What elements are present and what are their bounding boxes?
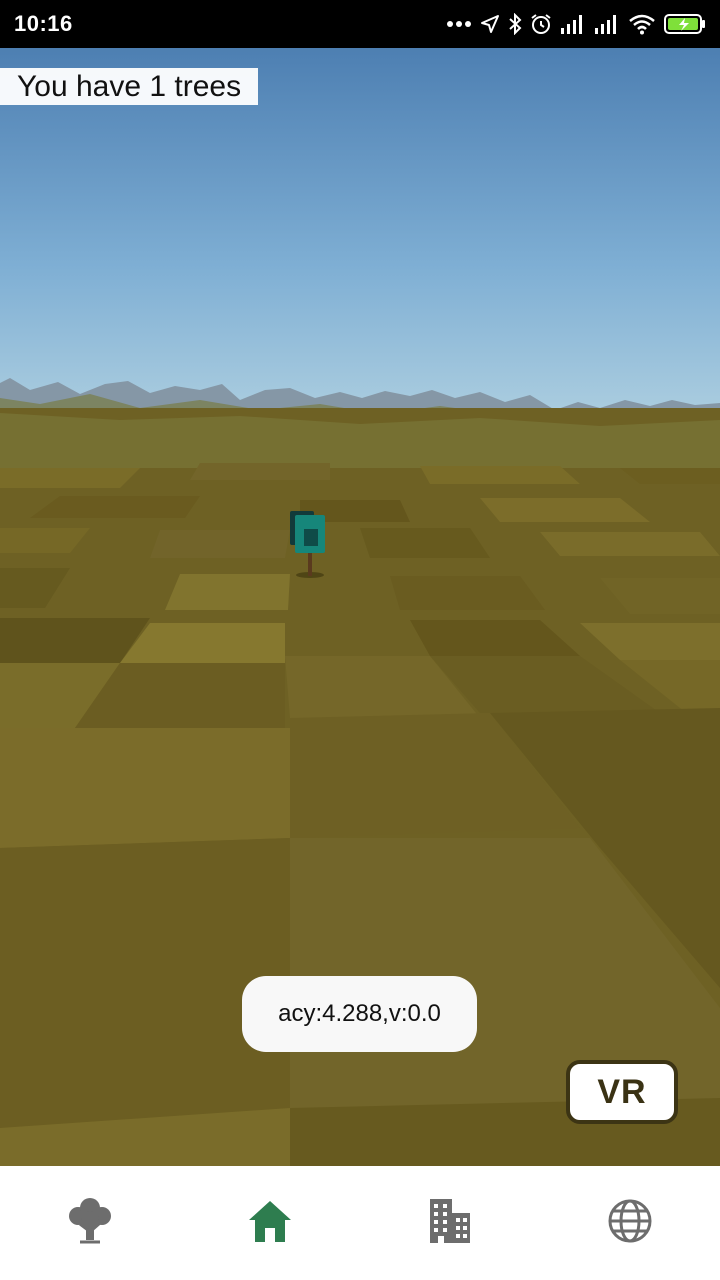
- tree-icon: [66, 1196, 114, 1251]
- bottom-nav: [0, 1166, 720, 1280]
- signal-icon: [594, 14, 620, 34]
- nav-item-home[interactable]: [210, 1183, 330, 1263]
- vr-button[interactable]: VR: [566, 1060, 678, 1124]
- battery-charging-icon: [664, 13, 706, 35]
- nav-item-world[interactable]: [570, 1183, 690, 1263]
- wifi-icon: [628, 13, 656, 35]
- globe-icon: [607, 1198, 653, 1249]
- status-time: 10:16: [14, 11, 73, 36]
- status-bar: 10:16: [0, 0, 720, 48]
- tree-count-label: You have 1 trees: [0, 68, 259, 105]
- nav-item-trees[interactable]: [30, 1183, 150, 1263]
- nav-item-city[interactable]: [390, 1183, 510, 1263]
- bluetooth-icon: [508, 13, 522, 35]
- alarm-icon: [530, 13, 552, 35]
- vr-button-label: VR: [597, 1072, 647, 1111]
- toast-text: acy:4.288,v:0.0: [278, 1000, 441, 1027]
- buildings-icon: [428, 1197, 472, 1250]
- status-icons: [446, 13, 706, 35]
- signal-icon: [560, 14, 586, 34]
- home-icon: [246, 1198, 294, 1249]
- toast-message: acy:4.288,v:0.0: [242, 976, 477, 1052]
- more-dots-icon: [446, 20, 472, 28]
- location-arrow-icon: [480, 14, 500, 34]
